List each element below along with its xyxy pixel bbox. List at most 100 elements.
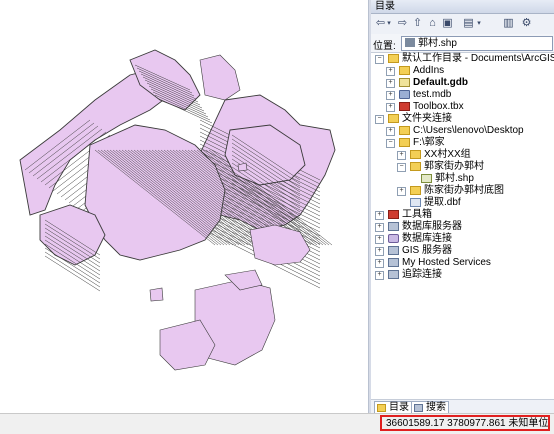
- personal-geodatabase-icon: [399, 90, 410, 99]
- collapse-icon[interactable]: −: [375, 115, 384, 124]
- tree-item-label: My Hosted Services: [402, 257, 491, 268]
- view-options-icon[interactable]: ▤: [461, 16, 476, 31]
- expand-icon[interactable]: +: [386, 79, 395, 88]
- map-view[interactable]: [0, 0, 368, 413]
- expand-icon[interactable]: +: [386, 67, 395, 76]
- shapefile-icon: [405, 38, 415, 47]
- tab-catalog-label: 目录: [389, 402, 409, 413]
- collapse-icon[interactable]: −: [386, 139, 395, 148]
- tree-item-label: test.mdb: [413, 89, 452, 100]
- catalog-tab-icon: [377, 404, 386, 412]
- tree-item[interactable]: + C:\Users\lenovo\Desktop: [371, 125, 554, 137]
- tree-item-label: 数据库连接: [402, 233, 452, 244]
- expand-icon[interactable]: +: [386, 127, 395, 136]
- tree-item-label: 郭家街办郭村: [424, 161, 484, 172]
- up-level-icon[interactable]: ⇧: [410, 16, 425, 31]
- tab-search-label: 搜索: [426, 402, 446, 413]
- expand-icon[interactable]: +: [375, 235, 384, 244]
- tree-item-label: XX村XX组: [424, 149, 471, 160]
- tree-item[interactable]: + AddIns: [371, 65, 554, 77]
- tree-item[interactable]: − 郭家街办郭村: [371, 161, 554, 173]
- tree-item[interactable]: − 文件夹连接: [371, 113, 554, 125]
- hosted-services-icon: [388, 258, 399, 267]
- tree-item[interactable]: + Default.gdb: [371, 77, 554, 89]
- view-dropdown-icon[interactable]: ▾: [475, 16, 483, 31]
- tree-item[interactable]: + 数据库服务器: [371, 221, 554, 233]
- catalog-panel: 目录 ⇦ ▾ ⇨ ⇧ ⌂ ▣ ▤ ▾ ▥ ⚙ 位置: 郭村.shp − 默认工作目…: [371, 0, 554, 415]
- tree-item[interactable]: 提取.dbf: [371, 197, 554, 209]
- tree-item[interactable]: + 工具箱: [371, 209, 554, 221]
- tree-item[interactable]: − 默认工作目录 - Documents\ArcGIS: [371, 53, 554, 65]
- expand-icon[interactable]: +: [386, 91, 395, 100]
- tracking-connections-icon: [388, 270, 399, 279]
- database-connections-icon: [388, 234, 399, 243]
- folder-icon: [399, 126, 410, 135]
- expand-icon[interactable]: +: [375, 259, 384, 268]
- home-icon[interactable]: ⌂: [425, 16, 440, 31]
- tree-item[interactable]: + GIS 服务器: [371, 245, 554, 257]
- location-input[interactable]: 郭村.shp: [401, 36, 553, 51]
- location-value: 郭村.shp: [418, 38, 457, 49]
- folder-home-icon: [388, 54, 399, 63]
- catalog-tree: − 默认工作目录 - Documents\ArcGIS + AddIns + Defaul…: [371, 53, 554, 398]
- tree-item[interactable]: + test.mdb: [371, 89, 554, 101]
- parcel-block-southeast[interactable]: [249, 224, 311, 266]
- tree-item-label: F:\郭家: [413, 137, 445, 148]
- expand-icon[interactable]: +: [375, 271, 384, 280]
- tree-item[interactable]: − F:\郭家: [371, 137, 554, 149]
- tree-item-label: AddIns: [413, 65, 445, 76]
- folder-icon: [410, 162, 421, 171]
- expand-icon[interactable]: +: [386, 103, 395, 112]
- expand-icon[interactable]: +: [375, 223, 384, 232]
- catalog-title: 目录: [371, 0, 554, 14]
- tree-item[interactable]: + 数据库连接: [371, 233, 554, 245]
- folder-icon: [399, 138, 410, 147]
- collapse-icon[interactable]: −: [397, 163, 406, 172]
- tree-item-label: 追踪连接: [402, 269, 442, 280]
- map-canvas[interactable]: [0, 0, 368, 413]
- coordinate-readout: 36601589.17 3780977.861 未知单位: [386, 418, 549, 429]
- expand-icon[interactable]: +: [397, 151, 406, 160]
- new-folder-icon[interactable]: ▥: [501, 16, 516, 31]
- search-icon: [414, 404, 423, 412]
- tree-item-label: 默认工作目录 - Documents\ArcGIS: [402, 53, 554, 64]
- tree-item[interactable]: + 追踪连接: [371, 269, 554, 281]
- location-bar: 位置: 郭村.shp: [371, 34, 554, 53]
- tree-item-label: 陈家街办郭村底图: [424, 185, 504, 196]
- catalog-toolbar: ⇦ ▾ ⇨ ⇧ ⌂ ▣ ▤ ▾ ▥ ⚙: [371, 14, 554, 35]
- table-icon: [410, 198, 421, 207]
- parcel-block-ne-small[interactable]: [199, 54, 241, 101]
- tree-item[interactable]: + 陈家街办郭村底图: [371, 185, 554, 197]
- shapefile-icon: [421, 174, 432, 183]
- tree-item-label: Toolbox.tbx: [413, 101, 464, 112]
- options-icon[interactable]: ⚙: [519, 16, 534, 31]
- tree-item-label: 提取.dbf: [424, 197, 461, 208]
- tree-item[interactable]: + My Hosted Services: [371, 257, 554, 269]
- tree-item[interactable]: 郭村.shp: [371, 173, 554, 185]
- tree-item-label: C:\Users\lenovo\Desktop: [413, 125, 524, 136]
- toolboxes-icon: [388, 210, 399, 219]
- geodatabase-icon: [399, 78, 410, 87]
- tree-item[interactable]: + Toolbox.tbx: [371, 101, 554, 113]
- connect-folder-icon[interactable]: ▣: [440, 16, 455, 31]
- database-servers-icon: [388, 222, 399, 231]
- tree-item-label: 工具箱: [402, 209, 432, 220]
- forward-arrow-icon[interactable]: ⇨: [395, 16, 410, 31]
- tree-item-label: Default.gdb: [413, 77, 468, 88]
- tree-item-label: 郭村.shp: [435, 173, 474, 184]
- catalog-tabs: 目录 搜索: [371, 399, 554, 415]
- back-dropdown-icon[interactable]: ▾: [385, 16, 393, 31]
- status-bar: 36601589.17 3780977.861 未知单位: [0, 413, 554, 434]
- parcel-fragment[interactable]: [149, 287, 164, 302]
- tree-item-label: GIS 服务器: [402, 245, 453, 256]
- expand-icon[interactable]: +: [397, 187, 406, 196]
- collapse-icon[interactable]: −: [375, 55, 384, 64]
- location-label: 位置:: [373, 41, 396, 52]
- expand-icon[interactable]: +: [375, 247, 384, 256]
- gis-servers-icon: [388, 246, 399, 255]
- expand-icon[interactable]: +: [375, 211, 384, 220]
- tree-item[interactable]: + XX村XX组: [371, 149, 554, 161]
- tree-item-label: 数据库服务器: [402, 221, 462, 232]
- folder-connections-icon: [388, 114, 399, 123]
- folder-icon: [410, 186, 421, 195]
